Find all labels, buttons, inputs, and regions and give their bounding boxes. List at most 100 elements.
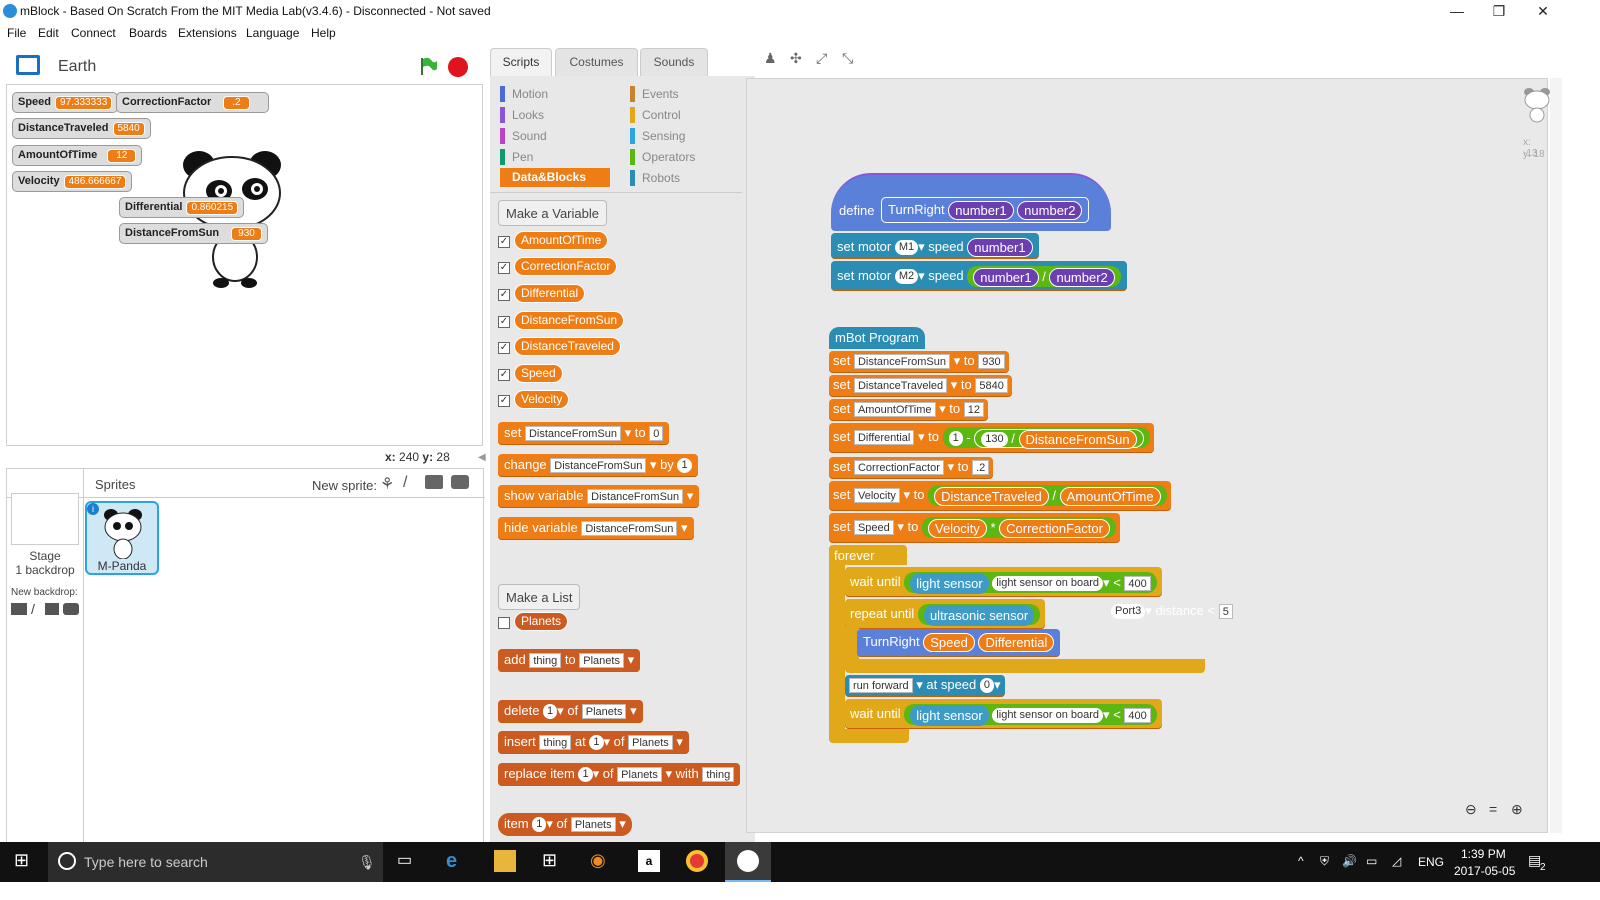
category-motion[interactable]: Motion [500,86,548,102]
camera-icon[interactable] [451,475,469,489]
tray-chevron-icon[interactable]: ^ [1298,854,1304,868]
set-motor-m2-block[interactable]: set motor M2 ▾ speed number1 / number2 [831,261,1127,291]
maximize-button[interactable]: ❐ [1482,0,1516,22]
reporter-planets[interactable]: Planets [514,612,569,631]
set-differential-block[interactable]: set Differential ▾ to 1 - 130 / Distance… [829,423,1154,453]
minimize-button[interactable]: — [1440,0,1474,22]
turnright-call-block[interactable]: TurnRight Speed Differential [857,629,1061,657]
reporter-distancetraveled[interactable]: DistanceTraveled [514,337,621,356]
checkbox-distancetraveled[interactable]: ✓ [498,342,510,354]
backdrop-library-icon[interactable] [11,603,27,615]
menu-help[interactable]: Help [311,26,336,40]
menu-boards[interactable]: Boards [129,26,167,40]
script-area[interactable]: x: -13 y: 18 define TurnRight number1 nu… [746,78,1550,833]
checkbox-differential[interactable]: ✓ [498,289,510,301]
category-pen[interactable]: Pen [500,149,533,165]
set-correctionfactor-block[interactable]: set CorrectionFactor ▾ to .2 [829,457,994,479]
shrink-icon[interactable]: ⤡ [842,50,856,66]
scrollbar[interactable] [1550,78,1562,833]
show-variable-block[interactable]: show variable DistanceFromSun ▾ [498,485,700,508]
checkbox-speed[interactable]: ✓ [498,369,510,381]
set-speed-block[interactable]: set Speed ▾ to Velocity * CorrectionFact… [829,513,1120,543]
forever-block[interactable]: forever [829,545,907,565]
sprite-thumb-mpanda[interactable]: i M-Panda [85,501,159,575]
paint-sprite-icon[interactable]: / [403,474,407,492]
tab-scripts[interactable]: Scripts [490,48,552,76]
tab-costumes[interactable]: Costumes [555,48,638,76]
windows-start-icon[interactable]: ⊞ [14,850,36,872]
panda-sprite[interactable] [177,149,287,289]
fullscreen-icon[interactable] [16,55,40,75]
clock-date[interactable]: 2017-05-05 [1454,864,1515,878]
tab-sounds[interactable]: Sounds [640,48,708,76]
edge-icon[interactable]: e [446,850,468,872]
defender-icon[interactable]: ⛨ [1320,854,1329,869]
category-operators[interactable]: Operators [630,149,695,165]
blender-icon[interactable]: ◉ [590,850,612,872]
wait-until-block-1[interactable]: wait until light sensor light sensor on … [845,567,1162,597]
upload-sprite-icon[interactable] [425,475,443,489]
category-sensing[interactable]: Sensing [630,128,685,144]
hide-variable-block[interactable]: hide variable DistanceFromSun ▾ [498,517,694,540]
reporter-differential[interactable]: Differential [514,284,586,303]
menu-connect[interactable]: Connect [71,26,116,40]
language-indicator[interactable]: ENG [1418,855,1444,869]
volume-icon[interactable]: 🔊 [1342,854,1357,868]
menu-language[interactable]: Language [246,26,299,40]
backdrop-camera-icon[interactable] [63,603,79,615]
reporter-correctionfactor[interactable]: CorrectionFactor [514,257,618,276]
menu-file[interactable]: File [7,26,26,40]
category-robots[interactable]: Robots [630,170,680,186]
reporter-velocity[interactable]: Velocity [514,390,570,409]
sprite-library-icon[interactable]: ⚘ [380,474,394,494]
clock-time[interactable]: 1:39 PM [1461,847,1506,861]
green-flag-icon[interactable] [418,56,438,76]
category-looks[interactable]: Looks [500,107,544,123]
category-control[interactable]: Control [630,107,681,123]
define-block[interactable]: define TurnRight number1 number2 [831,173,1111,231]
store-icon[interactable]: ⊞ [542,850,564,872]
file-explorer-icon[interactable] [494,850,516,872]
insert-at-list-block[interactable]: insert thing at 1 ▾ of Planets ▾ [498,731,689,754]
stage[interactable]: Speed 97.333333 CorrectionFactor .2 Distan… [6,84,483,446]
run-forward-block[interactable]: run forward ▾ at speed 0 ▾ [845,675,1005,697]
set-motor-m1-block[interactable]: set motor M1 ▾ speed number1 [831,233,1039,259]
set-velocity-block[interactable]: set Velocity ▾ to DistanceTraveled / Amo… [829,481,1171,511]
mblock-taskbar-button[interactable] [725,842,771,882]
checkbox-correctionfactor[interactable]: ✓ [498,262,510,274]
duplicate-icon[interactable]: ♟ [764,50,778,66]
paint-backdrop-icon[interactable]: / [31,601,35,617]
mbot-program-hat[interactable]: mBot Program [829,327,925,349]
checkbox-velocity[interactable]: ✓ [498,395,510,407]
category-data-blocks[interactable]: Data&Blocks [500,168,610,187]
zoom-in-icon[interactable]: ⊕ [1511,801,1529,819]
checkbox-distancefromsun[interactable]: ✓ [498,316,510,328]
info-icon[interactable]: i [87,503,99,515]
set-var-block[interactable]: set DistanceFromSun ▾ to 0 [498,422,670,445]
menu-extensions[interactable]: Extensions [178,26,237,40]
item-of-list-block[interactable]: item 1 ▾ of Planets ▾ [498,813,632,836]
reporter-amountoftime[interactable]: AmountOfTime [514,231,609,250]
grow-icon[interactable]: ⤢ [816,50,830,66]
checkbox-planets[interactable] [498,617,510,629]
set-distancetraveled-block[interactable]: set DistanceTraveled ▾ to 5840 [829,375,1012,397]
delete-of-list-block[interactable]: delete 1 ▾ of Planets ▾ [498,700,643,723]
proc-signature[interactable]: TurnRight number1 number2 [881,197,1090,223]
reporter-speed[interactable]: Speed [514,364,563,383]
category-sound[interactable]: Sound [500,128,547,144]
zoom-reset-icon[interactable]: = [1489,801,1507,819]
reporter-distancefromsun[interactable]: DistanceFromSun [514,311,625,330]
stage-thumbnail[interactable] [11,493,79,545]
search-box[interactable]: Type here to search 🎙 [48,842,383,882]
menu-edit[interactable]: Edit [38,26,59,40]
zoom-out-icon[interactable]: ⊖ [1465,801,1483,819]
make-list-button[interactable]: Make a List [498,584,581,610]
delete-tool-icon[interactable]: ✣ [790,50,804,66]
change-var-block[interactable]: change DistanceFromSun ▾ by 1 [498,454,698,477]
set-amountoftime-block[interactable]: set AmountOfTime ▾ to 12 [829,399,988,421]
checkbox-amountoftime[interactable]: ✓ [498,236,510,248]
task-view-icon[interactable]: ▭ [397,850,419,872]
replace-item-block[interactable]: replace item 1 ▾ of Planets ▾ with thing [498,763,741,786]
battery-icon[interactable]: ▭ [1366,854,1377,868]
network-icon[interactable]: ◿ [1392,854,1401,868]
